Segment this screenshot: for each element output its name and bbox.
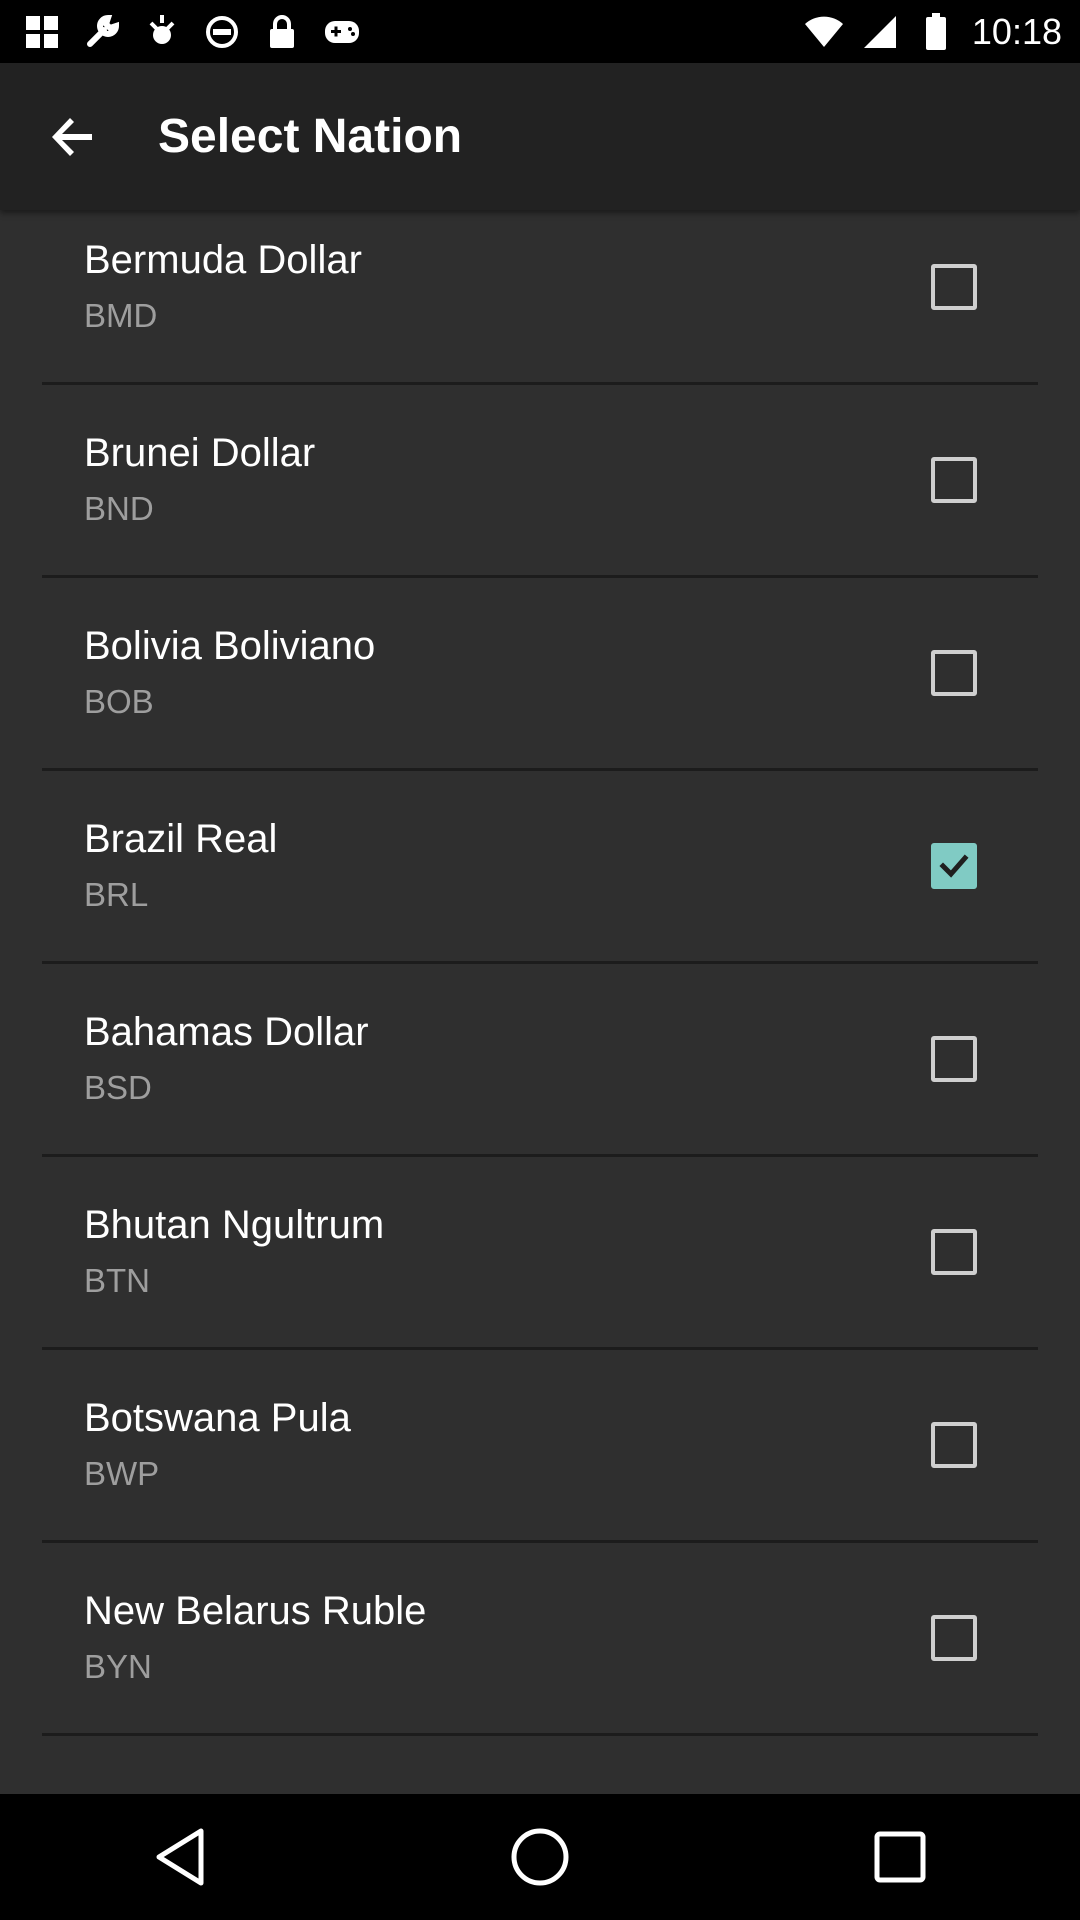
currency-code: BMD bbox=[84, 297, 158, 334]
currency-name: Bolivia Boliviano bbox=[84, 624, 376, 668]
checkmark-icon bbox=[939, 854, 969, 878]
currency-code: BND bbox=[84, 490, 154, 527]
list-item-bob[interactable]: Bolivia Boliviano BOB bbox=[0, 596, 1080, 789]
checkbox-btn[interactable] bbox=[931, 1229, 977, 1275]
app-bar: Select Nation bbox=[0, 63, 1080, 210]
back-triangle-icon bbox=[156, 1828, 204, 1886]
status-bar: 10:18 bbox=[0, 0, 1080, 63]
checkbox-bnd[interactable] bbox=[931, 457, 977, 503]
nav-home-button[interactable] bbox=[477, 1794, 603, 1920]
currency-code: BWP bbox=[84, 1455, 160, 1492]
wifi-icon bbox=[804, 12, 844, 52]
divider bbox=[42, 1540, 1038, 1543]
checkbox-bsd[interactable] bbox=[931, 1036, 977, 1082]
currency-name: Bahamas Dollar bbox=[84, 1010, 369, 1054]
page-title: Select Nation bbox=[158, 110, 463, 163]
list-item-btn[interactable]: Bhutan Ngultrum BTN bbox=[0, 1175, 1080, 1368]
currency-list: Bermuda Dollar BMD Brunei Dollar BND Bol… bbox=[0, 210, 1080, 1754]
divider bbox=[42, 961, 1038, 964]
back-button[interactable] bbox=[24, 88, 122, 186]
wrench-icon bbox=[82, 12, 122, 52]
list-item-bmd[interactable]: Bermuda Dollar BMD bbox=[0, 210, 1080, 403]
no-disturb-icon bbox=[202, 12, 242, 52]
status-left-icons bbox=[22, 12, 362, 52]
lock-icon bbox=[262, 12, 302, 52]
checkbox-brl[interactable] bbox=[931, 843, 977, 889]
battery-icon bbox=[916, 12, 956, 52]
currency-code: BOB bbox=[84, 683, 154, 720]
game-controller-icon bbox=[322, 12, 362, 52]
divider bbox=[42, 768, 1038, 771]
currency-code: BSD bbox=[84, 1069, 152, 1106]
nav-recents-button[interactable] bbox=[837, 1794, 963, 1920]
currency-name: Brunei Dollar bbox=[84, 431, 316, 475]
checkbox-bob[interactable] bbox=[931, 650, 977, 696]
home-circle-icon bbox=[511, 1828, 569, 1886]
list-item-byn[interactable]: New Belarus Ruble BYN bbox=[0, 1561, 1080, 1754]
divider bbox=[42, 1154, 1038, 1157]
status-time: 10:18 bbox=[971, 10, 1062, 52]
currency-name: Bermuda Dollar bbox=[84, 238, 362, 282]
checkbox-bwp[interactable] bbox=[931, 1422, 977, 1468]
divider bbox=[42, 575, 1038, 578]
arrow-back-icon bbox=[52, 118, 92, 156]
list-item-brl[interactable]: Brazil Real BRL bbox=[0, 789, 1080, 982]
currency-name: Brazil Real bbox=[84, 817, 278, 861]
recents-square-icon bbox=[874, 1831, 926, 1883]
grid-icon bbox=[22, 12, 62, 52]
fake-gps-icon bbox=[142, 12, 182, 52]
currency-name: New Belarus Ruble bbox=[84, 1589, 427, 1633]
checkbox-bmd[interactable] bbox=[931, 264, 977, 310]
checkbox-byn[interactable] bbox=[931, 1615, 977, 1661]
divider bbox=[42, 1347, 1038, 1350]
currency-code: BTN bbox=[84, 1262, 150, 1299]
divider bbox=[42, 1733, 1038, 1736]
navigation-bar bbox=[0, 1794, 1080, 1920]
list-item-bnd[interactable]: Brunei Dollar BND bbox=[0, 403, 1080, 596]
list-item-bsd[interactable]: Bahamas Dollar BSD bbox=[0, 982, 1080, 1175]
signal-icon bbox=[860, 12, 900, 52]
list-item-bwp[interactable]: Botswana Pula BWP bbox=[0, 1368, 1080, 1561]
currency-code: BRL bbox=[84, 876, 149, 913]
currency-name: Bhutan Ngultrum bbox=[84, 1203, 385, 1247]
currency-name: Botswana Pula bbox=[84, 1396, 351, 1440]
nav-back-button[interactable] bbox=[117, 1794, 243, 1920]
currency-code: BYN bbox=[84, 1648, 152, 1685]
divider bbox=[42, 382, 1038, 385]
status-right-icons: 10:18 bbox=[804, 11, 1062, 53]
